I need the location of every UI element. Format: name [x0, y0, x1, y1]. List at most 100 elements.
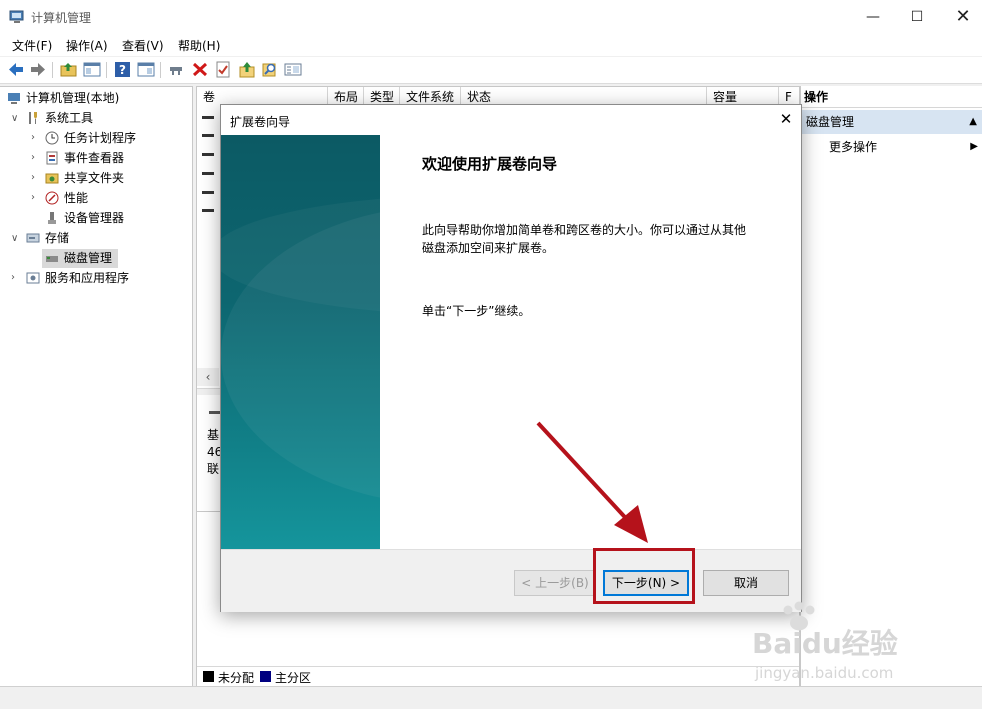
delete-icon[interactable] [191, 61, 209, 78]
minimize-icon[interactable]: — [850, 0, 896, 34]
actions-section-disk-management[interactable]: 磁盘管理 ▲ [801, 110, 982, 134]
tree-item-system-tools[interactable]: 系统工具 [26, 108, 93, 128]
tree-item-shared-folders[interactable]: 共享文件夹 [45, 168, 124, 188]
toolbar-separator [52, 62, 53, 78]
volume-row-icon [202, 116, 214, 119]
storage-icon [26, 233, 40, 243]
menu-bar: 文件(F) 操作(A) 查看(V) 帮助(H) [0, 34, 982, 56]
tools-icon [29, 112, 37, 124]
tree-item-performance[interactable]: 性能 [45, 188, 88, 208]
volume-row-icon [202, 209, 214, 212]
menu-file[interactable]: 文件(F) [12, 37, 52, 54]
scroll-left-icon[interactable]: ‹ [197, 368, 219, 386]
wizard-heading: 欢迎使用扩展卷向导 [422, 155, 558, 173]
toolbar-separator [106, 62, 107, 78]
tree-item-label: 任务计划程序 [64, 131, 137, 145]
console-tree-icon[interactable] [83, 61, 101, 78]
actions-pane: 操作 磁盘管理 ▲ 更多操作 ▶ [800, 86, 982, 686]
watermark-url: jingyan.baidu.com [755, 664, 894, 682]
folder-up-icon[interactable] [60, 61, 78, 78]
tree-item-label: 磁盘管理 [64, 251, 113, 265]
tree-item-device-manager[interactable]: 设备管理器 [45, 208, 124, 228]
more-actions-label: 更多操作 [829, 140, 878, 154]
computer-management-icon [8, 93, 20, 104]
connect-icon[interactable] [168, 61, 186, 78]
menu-help[interactable]: 帮助(H) [178, 37, 220, 54]
toolbar: ? [0, 57, 982, 84]
forward-arrow-icon[interactable] [29, 61, 47, 78]
wizard-description: 此向导帮助你增加简单卷和跨区卷的大小。你可以通过从其他 磁盘添加空间来扩展卷。 [422, 221, 746, 257]
menu-action[interactable]: 操作(A) [66, 37, 108, 54]
actions-section-label: 磁盘管理 [806, 115, 855, 129]
volume-row-icon [202, 134, 214, 137]
submenu-arrow-icon: ▶ [970, 141, 978, 152]
computer-management-icon [9, 10, 24, 23]
tree-item-label: 服务和应用程序 [45, 271, 130, 285]
tree-item-event-viewer[interactable]: 事件查看器 [45, 148, 124, 168]
device-manager-icon [48, 212, 56, 224]
volume-row-icon [202, 172, 214, 175]
shared-folder-icon [45, 173, 59, 184]
tree-item-services-and-apps[interactable]: 服务和应用程序 [26, 268, 129, 288]
chevron-right-icon[interactable]: › [31, 132, 35, 143]
tree-item-label: 存储 [45, 231, 70, 245]
console-tree: 计算机管理(本地) ∨ 系统工具 › 任务计划程序 › 事件查看器 › 共享文件… [0, 86, 193, 687]
chevron-right-icon[interactable]: › [31, 192, 35, 203]
tree-item-label: 计算机管理(本地) [26, 91, 120, 105]
dialog-close-icon[interactable]: ✕ [774, 107, 798, 131]
title-bar: 计算机管理 — ☐ ✕ [0, 0, 982, 34]
wizard-description-line: 此向导帮助你增加简单卷和跨区卷的大小。你可以通过从其他 [422, 223, 747, 237]
more-actions-item[interactable]: 更多操作 ▶ [801, 136, 982, 158]
tree-item-label: 共享文件夹 [64, 171, 125, 185]
performance-icon [45, 191, 59, 205]
legend-label-unallocated: 未分配 [218, 671, 255, 685]
chevron-down-icon[interactable]: ∨ [11, 233, 18, 244]
legend-swatch-unallocated [203, 671, 214, 682]
close-icon[interactable]: ✕ [940, 0, 982, 34]
maximize-icon[interactable]: ☐ [894, 0, 940, 34]
chevron-right-icon[interactable]: › [11, 272, 15, 283]
collapse-up-icon[interactable]: ▲ [969, 110, 977, 134]
legend-bar: 未分配 主分区 [197, 666, 799, 687]
tree-item-storage[interactable]: 存储 [26, 228, 69, 248]
cancel-button[interactable]: 取消 [703, 570, 789, 596]
event-viewer-icon [46, 151, 58, 165]
wizard-banner-image [221, 135, 380, 549]
tree-item-disk-management[interactable]: 磁盘管理 [45, 248, 112, 268]
menu-view[interactable]: 查看(V) [122, 37, 164, 54]
clock-icon [45, 131, 59, 145]
dialog-title: 扩展卷向导 [230, 115, 291, 129]
back-arrow-icon[interactable] [7, 61, 25, 78]
tree-item-computer-management[interactable]: 计算机管理(本地) [7, 88, 119, 108]
status-bar [0, 686, 982, 709]
show-panel-icon[interactable] [137, 61, 155, 78]
chevron-right-icon[interactable]: › [31, 152, 35, 163]
wizard-banner-curve [221, 198, 380, 498]
export-list-icon[interactable] [284, 61, 302, 78]
actions-header: 操作 [801, 86, 982, 108]
volume-row-icon [202, 191, 214, 194]
tree-item-label: 事件查看器 [64, 151, 125, 165]
legend-label-primary: 主分区 [275, 671, 312, 685]
svg-text:?: ? [119, 63, 126, 77]
search-icon[interactable] [261, 61, 279, 78]
properties-icon[interactable] [214, 61, 232, 78]
wizard-footer: < 上一步(B) 下一步(N) > 取消 [221, 549, 801, 612]
annotation-arrow [536, 421, 648, 543]
extend-volume-wizard: 扩展卷向导 ✕ 欢迎使用扩展卷向导 此向导帮助你增加简单卷和跨区卷的大小。你可以… [220, 104, 802, 612]
wizard-description-line: 磁盘添加空间来扩展卷。 [422, 241, 555, 255]
help-icon[interactable]: ? [114, 61, 132, 78]
watermark-brand: Baidu经验 [752, 627, 898, 660]
toolbar-separator [160, 62, 161, 78]
tree-item-task-scheduler[interactable]: 任务计划程序 [45, 128, 136, 148]
window-title: 计算机管理 [31, 11, 92, 25]
services-icon [26, 272, 40, 284]
annotation-highlight-box [593, 548, 695, 604]
chevron-right-icon[interactable]: › [31, 172, 35, 183]
import-icon[interactable] [238, 61, 256, 78]
chevron-down-icon[interactable]: ∨ [11, 113, 18, 124]
disk-management-icon [46, 256, 58, 262]
volume-row-icon [202, 153, 214, 156]
legend-swatch-primary [260, 671, 271, 682]
back-button[interactable]: < 上一步(B) [514, 570, 596, 596]
